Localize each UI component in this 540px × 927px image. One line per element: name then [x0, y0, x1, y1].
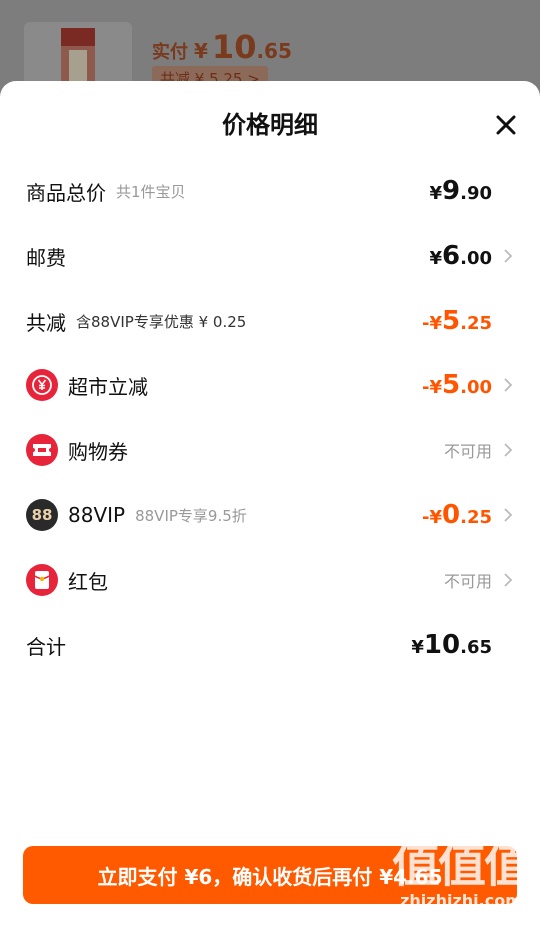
row-total-goods: 商品总价 共1件宝贝 ¥9.90 [0, 167, 540, 215]
row-label: 88VIP [68, 503, 126, 527]
row-sublabel: 共1件宝贝 [116, 182, 186, 201]
ticket-icon [26, 434, 58, 466]
row-supermarket-discount[interactable]: 超市立减 -¥ 5.00 [0, 361, 540, 409]
row-label: 超市立减 [68, 374, 148, 399]
close-icon[interactable] [492, 111, 520, 139]
chevron-right-icon[interactable] [502, 507, 514, 523]
row-sublabel: 含88VIP专享优惠 ¥ 0.25 [76, 312, 247, 331]
pay-now-button[interactable]: 立即支付 ¥6，确认收货后再付 ¥4.65 [23, 846, 517, 904]
chevron-right-icon[interactable] [502, 248, 514, 264]
row-price: -¥ 5.00 [422, 370, 492, 400]
row-value: 不可用 [443, 572, 492, 591]
row-red-packet[interactable]: 红包 不可用 [0, 556, 540, 604]
chevron-right-icon[interactable] [502, 572, 514, 588]
price-detail-sheet: 价格明细 商品总价 共1件宝贝 ¥9.90 邮费 ¥6.00 共减 含88VIP… [0, 81, 540, 927]
sheet-title: 价格明细 [222, 111, 318, 139]
yuan-coin-icon [26, 369, 58, 401]
chevron-right-icon[interactable] [502, 377, 514, 393]
row-value: 不可用 [443, 442, 492, 461]
row-coupon[interactable]: 购物券 不可用 [0, 426, 540, 474]
row-price: -¥ 5.25 [422, 306, 492, 336]
row-price: ¥9.90 [429, 176, 492, 206]
row-label: 共减 [26, 310, 66, 335]
row-total-discount: 共减 含88VIP专享优惠 ¥ 0.25 -¥ 5.25 [0, 297, 540, 345]
88vip-icon: 88 [26, 499, 58, 531]
row-label: 红包 [68, 569, 108, 594]
chevron-right-icon[interactable] [502, 442, 514, 458]
row-sum: 合计 ¥10.65 [0, 621, 540, 669]
row-88vip[interactable]: 88 88VIP 88VIP专享9.5折 -¥ 0.25 [0, 491, 540, 539]
row-shipping[interactable]: 邮费 ¥6.00 [0, 232, 540, 280]
background-paid-amount: 实付 ¥ 10 .65 [152, 28, 292, 66]
row-label: 购物券 [68, 439, 128, 464]
red-packet-icon [26, 564, 58, 596]
row-label: 邮费 [26, 245, 66, 270]
row-label: 商品总价 [26, 180, 106, 205]
row-price: -¥ 0.25 [422, 500, 492, 530]
row-price: ¥6.00 [429, 241, 492, 271]
row-sublabel: 88VIP专享9.5折 [135, 506, 247, 525]
row-price: ¥10.65 [411, 630, 492, 660]
row-label: 合计 [26, 634, 66, 659]
